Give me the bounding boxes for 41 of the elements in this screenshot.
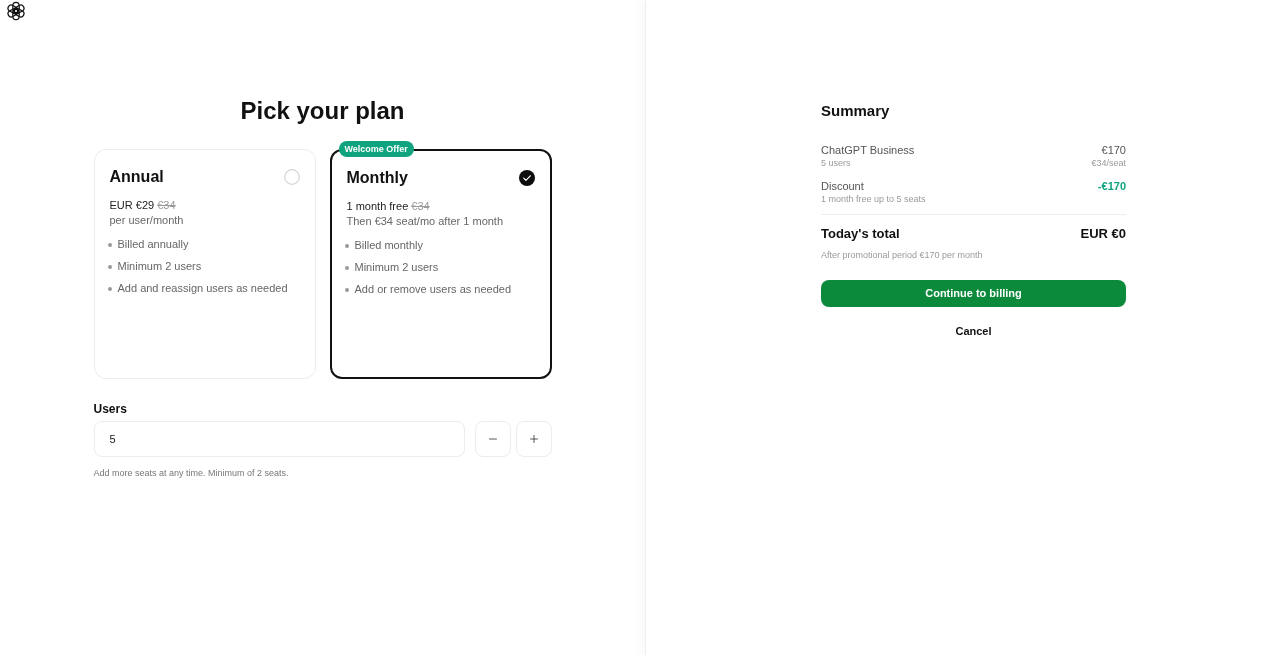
increment-button[interactable] — [515, 421, 552, 457]
plan-price: EUR €29 €34 — [109, 198, 177, 213]
bullet-icon — [107, 242, 112, 247]
page-heading: Pick your plan — [239, 96, 406, 126]
bullet-icon — [344, 243, 349, 248]
bullet-icon — [344, 265, 349, 270]
plan-feature: Billed annually — [117, 237, 189, 252]
plan-name: Annual — [109, 167, 164, 187]
cancel-button[interactable]: Cancel — [955, 324, 992, 338]
plan-feature: Minimum 2 users — [354, 260, 439, 275]
line-item-amount: -€170 — [1097, 179, 1126, 193]
decrement-button[interactable] — [474, 421, 511, 457]
plan-subtitle: Then €34 seat/mo after 1 month — [346, 214, 505, 229]
total-amount: EUR €0 — [1080, 225, 1126, 243]
users-label: Users — [93, 402, 128, 416]
plan-subtitle: per user/month — [109, 213, 185, 228]
line-item-name: Discount — [821, 179, 865, 193]
continue-button[interactable]: Continue to billing — [821, 280, 1126, 307]
logo-icon — [6, 1, 26, 21]
users-hint: Add more seats at any time. Minimum of 2 seats. — [93, 467, 290, 479]
plan-feature: Add and reassign users as needed — [117, 281, 288, 296]
total-label: Today's total — [821, 225, 900, 243]
summary-title: Summary — [821, 101, 891, 121]
plan-feature: Billed monthly — [354, 238, 423, 253]
plan-name: Monthly — [346, 168, 408, 188]
total-note: After promotional period €170 per month — [821, 249, 984, 261]
plus-icon — [527, 433, 540, 445]
line-item-detail: 1 month free up to 5 seats — [821, 193, 926, 205]
users-input[interactable]: 5 — [93, 421, 465, 457]
plan-feature: Add or remove users as needed — [354, 282, 512, 297]
bullet-icon — [107, 264, 112, 269]
plan-card[interactable]: Annual EUR €29 €34 per user/month Billed annually Minimum 2 users Add and reassign users as needed — [93, 149, 316, 379]
bullet-icon — [344, 287, 349, 292]
offer-badge: Welcome Offer — [338, 141, 414, 157]
line-item-rate: €34/seat — [1091, 157, 1126, 169]
plan-price: 1 month free €34 — [346, 199, 431, 214]
plan-feature: Minimum 2 users — [117, 259, 202, 274]
line-item-amount: €170 — [1101, 143, 1126, 157]
bullet-icon — [107, 286, 112, 291]
line-item-name: ChatGPT Business — [821, 143, 915, 157]
line-item-detail: 5 users — [821, 157, 852, 169]
